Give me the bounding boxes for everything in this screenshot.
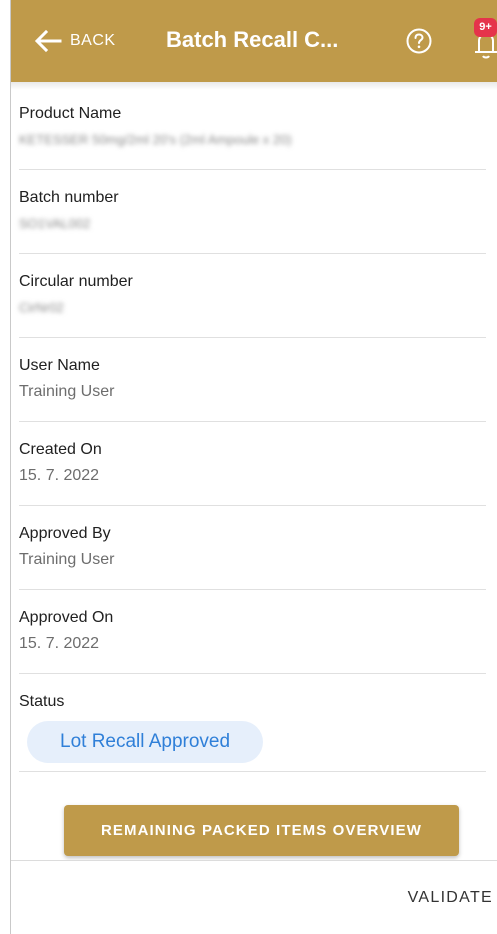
validate-button[interactable]: VALIDATE [408, 889, 493, 907]
field-label: Batch number [19, 189, 119, 206]
field-value-blurred: SO1VAL002 [19, 216, 91, 231]
field-label: User Name [19, 357, 100, 374]
field-label: Circular number [19, 273, 133, 290]
status-badge: Lot Recall Approved [27, 721, 264, 763]
detail-list [11, 82, 497, 90]
back-button[interactable]: BACK [34, 24, 116, 58]
field-label: Created On [19, 441, 102, 458]
tab-shadow [11, 82, 497, 90]
field-approved-by: Approved By Training User [19, 524, 486, 590]
field-batch-number: Batch number SO1VAL002 [19, 188, 486, 254]
field-value-blurred: KETESSER 50mg/2ml 20's (2ml Ampoule x 20… [19, 132, 292, 147]
help-circle-icon[interactable] [405, 27, 433, 55]
bottom-action-bar: VALIDATE [11, 860, 497, 934]
field-label: Status [19, 693, 65, 710]
field-value-blurred: CirNr02 [19, 300, 64, 315]
field-value: Training User [19, 383, 115, 400]
field-value: 15. 7. 2022 [19, 467, 100, 484]
field-product-name: Product Name KETESSER 50mg/2ml 20's (2ml… [19, 104, 486, 170]
field-label: Product Name [19, 105, 122, 122]
field-label: Approved By [19, 525, 111, 542]
remaining-packed-items-button[interactable]: REMAINING PACKED ITEMS OVERVIEW [64, 805, 459, 856]
field-value: Training User [19, 551, 115, 568]
field-created-on: Created On 15. 7. 2022 [19, 440, 486, 506]
back-label: BACK [70, 32, 116, 49]
arrow-left-icon [34, 29, 62, 53]
field-status: Status Lot Recall Approved [19, 692, 486, 772]
window-edge [0, 0, 11, 934]
app-bar: BACK Batch Recall C... [0, 0, 497, 82]
field-value: 15. 7. 2022 [19, 635, 100, 652]
notification-badge: 9+ [474, 18, 497, 37]
field-label: Approved On [19, 609, 114, 626]
page-title: Batch Recall C... [166, 27, 339, 52]
field-circular-number: Circular number CirNr02 [19, 272, 486, 338]
field-approved-on: Approved On 15. 7. 2022 [19, 608, 486, 674]
field-user-name: User Name Training User [19, 356, 486, 422]
